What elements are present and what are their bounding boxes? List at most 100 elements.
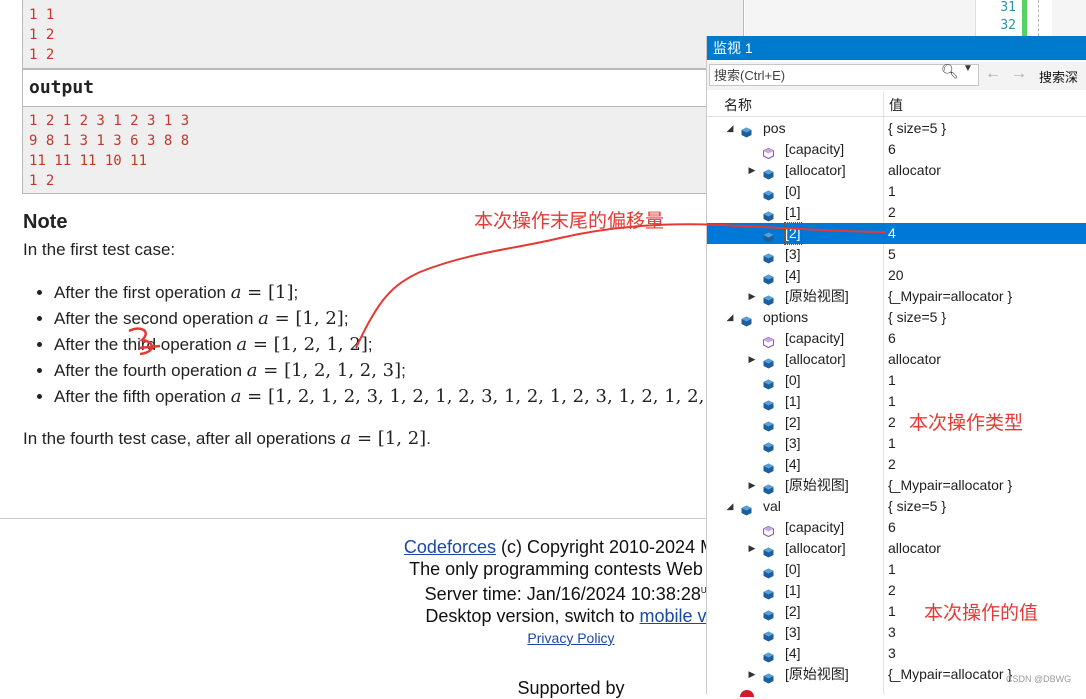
expand-arrow-icon[interactable]: ▶: [747, 160, 757, 181]
watch-row[interactable]: [3] 1: [707, 433, 1086, 454]
watch-row-value[interactable]: 3: [888, 622, 896, 643]
watch-row-value[interactable]: 3: [888, 643, 896, 664]
watch-row[interactable]: [3] 5: [707, 244, 1086, 265]
watch-row[interactable]: [capacity] 6: [707, 517, 1086, 538]
watch-row[interactable]: [capacity] 6: [707, 139, 1086, 160]
watch-row-name: [allocator]: [785, 162, 846, 178]
watch-row[interactable]: ▶ [原始视图] {_Mypair=allocator }: [707, 286, 1086, 307]
property-icon: [762, 333, 775, 349]
operation-math: a = [1, 2]: [258, 308, 344, 329]
watch-row-name: val: [763, 498, 781, 514]
expand-arrow-icon[interactable]: ▶: [747, 349, 757, 370]
watch-row[interactable]: [0] 1: [707, 559, 1086, 580]
footer-divider: [0, 518, 760, 519]
watch-row-value[interactable]: 2: [888, 412, 896, 433]
math-var: a: [246, 360, 258, 381]
watch-row-value[interactable]: 5: [888, 244, 896, 265]
watch-row-value[interactable]: 20: [888, 265, 904, 286]
watch-row-value[interactable]: 6: [888, 328, 896, 349]
expand-arrow-icon[interactable]: ▶: [747, 664, 757, 685]
watch-row-value[interactable]: 2: [888, 202, 896, 223]
watch-row-value[interactable]: { size=5 }: [888, 307, 946, 328]
search-back-icon[interactable]: ←: [985, 65, 1001, 83]
operation-text: After the third operation: [54, 335, 237, 354]
watch-row-value[interactable]: 4: [888, 223, 896, 244]
watch-search-input[interactable]: 搜索(Ctrl+E): [709, 64, 979, 86]
operation-text: After the fourth operation: [54, 361, 247, 380]
watch-row-name: [1]: [785, 204, 801, 220]
object-icon: [741, 123, 752, 138]
field-icon: [763, 459, 774, 474]
watch-row[interactable]: [capacity] 6: [707, 328, 1086, 349]
watch-row[interactable]: [2] 4: [707, 222, 1086, 245]
expand-arrow-icon[interactable]: ▶: [747, 286, 757, 307]
collapse-arrow-icon[interactable]: ◢: [725, 307, 735, 328]
watch-row-value[interactable]: {_Mypair=allocator }: [888, 475, 1012, 496]
watch-row-value[interactable]: 6: [888, 139, 896, 160]
watch-row-value[interactable]: 1: [888, 433, 896, 454]
watch-row[interactable]: [4] 3: [707, 643, 1086, 664]
column-name-header[interactable]: 名称: [724, 95, 752, 115]
codeforces-link[interactable]: Codeforces: [404, 537, 496, 557]
watch-row[interactable]: [1] 1: [707, 391, 1086, 412]
operation-text: After the fifth operation: [54, 387, 231, 406]
math-array: [1, 2, 1, 2]: [273, 334, 368, 355]
watch-row[interactable]: [2] 2: [707, 412, 1086, 433]
search-dropdown-icon[interactable]: ▼: [963, 63, 973, 74]
watch-row-name: [0]: [785, 183, 801, 199]
watch-row-value[interactable]: 6: [888, 517, 896, 538]
server-time: Server time: Jan/16/2024 10:38:28: [424, 584, 701, 604]
watch-row[interactable]: ▶ [allocator] allocator: [707, 349, 1086, 370]
watch-title[interactable]: 监视 1: [707, 36, 1086, 60]
watch-row-value[interactable]: 1: [888, 559, 896, 580]
watch-row[interactable]: [0] 1: [707, 181, 1086, 202]
search-depth-label[interactable]: 搜索深: [1039, 67, 1078, 86]
field-icon: [763, 291, 774, 306]
field-icon: [763, 564, 774, 579]
field-icon: [763, 165, 774, 180]
watch-row-value[interactable]: 1: [888, 370, 896, 391]
watch-row-value[interactable]: 1: [888, 181, 896, 202]
watch-row-name: [3]: [785, 624, 801, 640]
search-forward-icon[interactable]: →: [1011, 65, 1027, 83]
watch-row-value[interactable]: 2: [888, 580, 896, 601]
search-icon[interactable]: 🔍︎: [941, 63, 959, 80]
watch-row-value[interactable]: {_Mypair=allocator }: [888, 286, 1012, 307]
input-line: 1 2: [29, 47, 55, 63]
watch-row-value[interactable]: 1: [888, 391, 896, 412]
watch-row-value[interactable]: { size=5 }: [888, 496, 946, 517]
collapse-arrow-icon[interactable]: ◢: [725, 496, 735, 517]
watch-row-value[interactable]: { size=5 }: [888, 118, 946, 139]
collapse-arrow-icon[interactable]: ◢: [725, 118, 735, 139]
copyright-text: (c) Copyright 2010-2024 Mike: [495, 537, 739, 557]
watch-row-value[interactable]: allocator: [888, 160, 941, 181]
privacy-policy-link[interactable]: Privacy Policy: [527, 630, 614, 646]
watch-row-value[interactable]: 2: [888, 454, 896, 475]
math-eq: =: [241, 386, 268, 407]
expand-arrow-icon[interactable]: ▶: [747, 538, 757, 559]
watch-row-value[interactable]: allocator: [888, 349, 941, 370]
watch-row[interactable]: [1] 2: [707, 202, 1086, 223]
watch-row-value[interactable]: {_Mypair=allocator }: [888, 664, 1012, 685]
operation-suffix: ;: [401, 361, 406, 380]
input-example-tail: 1 1 1 2 1 2: [22, 0, 744, 69]
column-value-header[interactable]: 值: [889, 95, 903, 115]
watch-row[interactable]: ◢ options { size=5 }: [707, 307, 1086, 328]
watch-row-value[interactable]: 1: [888, 601, 896, 622]
expand-arrow-icon[interactable]: ▶: [747, 475, 757, 496]
watch-row[interactable]: [4] 20: [707, 265, 1086, 286]
math-array: [1]: [267, 282, 294, 303]
watch-row-value[interactable]: allocator: [888, 538, 941, 559]
watch-row[interactable]: [4] 2: [707, 454, 1086, 475]
watch-row[interactable]: ◢ pos { size=5 }: [707, 118, 1086, 139]
watch-column-header: 名称 值: [707, 92, 1086, 117]
watch-row-name: [2]: [785, 414, 801, 430]
watch-row[interactable]: [3] 3: [707, 622, 1086, 643]
watch-row[interactable]: ▶ [allocator] allocator: [707, 538, 1086, 559]
operation-item: After the first operation a = [1];: [54, 282, 733, 308]
mobile-version-link[interactable]: mobile ve: [640, 606, 717, 626]
watch-row[interactable]: [0] 1: [707, 370, 1086, 391]
watch-row[interactable]: ▶ [allocator] allocator: [707, 160, 1086, 181]
watch-row[interactable]: ◢ val { size=5 }: [707, 496, 1086, 517]
watch-row[interactable]: ▶ [原始视图] {_Mypair=allocator }: [707, 475, 1086, 496]
